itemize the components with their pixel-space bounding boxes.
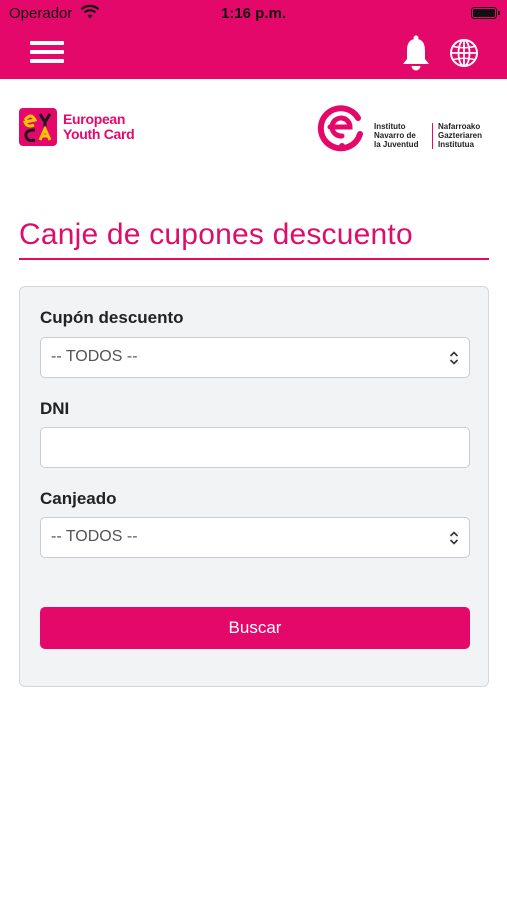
menu-icon[interactable] — [30, 41, 64, 65]
top-nav-bar — [0, 27, 507, 79]
select-arrows-icon — [449, 531, 459, 545]
inj-logo: Instituto Navarro de la Juventud Nafarro… — [316, 100, 496, 156]
status-bar: Operador 1:16 p.m. — [0, 0, 507, 27]
search-button[interactable]: Buscar — [40, 607, 470, 649]
select-arrows-icon — [449, 351, 459, 365]
inj-eu-line: Institutua — [438, 140, 474, 149]
dni-label: DNI — [40, 399, 70, 418]
coupon-select[interactable]: -- TODOS -- — [40, 337, 470, 378]
inj-eu-line: Gazteriaren — [438, 131, 483, 140]
coupon-label: Cupón descuento — [40, 308, 184, 327]
inj-name-es: Instituto Navarro de la Juventud — [374, 122, 432, 149]
eyca-name-line2: Youth Card — [63, 126, 135, 142]
redeemed-select-value: -- TODOS -- — [51, 528, 138, 545]
inj-es-line: la Juventud — [374, 140, 419, 149]
eyca-mark-icon — [19, 108, 57, 146]
page-title: Canje de cupones descuento — [19, 218, 413, 251]
status-time: 1:16 p.m. — [220, 5, 287, 22]
inj-eu-line: Nafarroako — [438, 122, 481, 131]
bell-icon[interactable] — [400, 33, 432, 73]
inj-es-line: Instituto — [374, 122, 406, 131]
globe-icon[interactable] — [448, 37, 480, 69]
dni-input[interactable] — [40, 427, 470, 468]
inj-mark-icon — [317, 105, 363, 152]
title-underline — [19, 258, 489, 260]
search-form-card: Cupón descuento -- TODOS -- DNI Canjeado… — [19, 286, 489, 687]
inj-es-line: Navarro de — [374, 131, 416, 140]
inj-name-eu: Nafarroako Gazteriaren Institutua — [438, 122, 498, 149]
logo-divider — [432, 123, 433, 149]
redeemed-label: Canjeado — [40, 489, 117, 508]
coupon-select-value: -- TODOS -- — [51, 348, 138, 365]
eyca-name-line1: European — [63, 111, 126, 127]
battery-icon — [471, 7, 500, 19]
redeemed-select[interactable]: -- TODOS -- — [40, 517, 470, 558]
